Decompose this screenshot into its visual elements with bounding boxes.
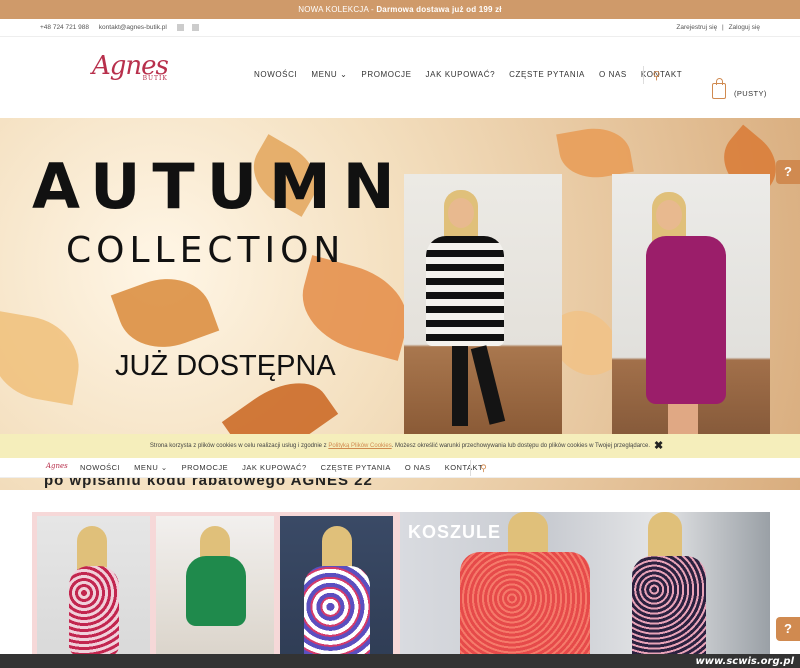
- sticky-nav-o-nas[interactable]: O NAS: [405, 463, 431, 472]
- brand-logo[interactable]: Agnes BUTIK: [92, 51, 169, 82]
- account-separator: |: [722, 24, 724, 31]
- boot: [452, 346, 468, 426]
- instagram-icon[interactable]: [191, 23, 199, 31]
- free-shipping-text: Darmowa dostawa już od 199 zł: [376, 5, 502, 14]
- facebook-icon[interactable]: [176, 23, 184, 31]
- category-grid: KOSZULE: [32, 512, 770, 668]
- info-bar: +48 724 721 988 kontakt@agnes-butik.pl Z…: [0, 19, 800, 36]
- help-button[interactable]: ?: [776, 160, 800, 184]
- cookie-text-after: . Możesz określić warunki przechowywania…: [391, 443, 651, 449]
- shirts-category-tile[interactable]: KOSZULE: [400, 512, 770, 668]
- main-nav: NOWOŚCI MENU ⌄ PROMOCJE JAK KUPOWAĆ? CZĘ…: [254, 70, 682, 79]
- print-dress: [304, 566, 370, 668]
- floral-dress: [69, 566, 119, 656]
- red-shirt: [460, 552, 590, 668]
- register-link[interactable]: Zarejestruj się: [676, 24, 717, 31]
- maple-leaf-decoration: [110, 264, 220, 362]
- sticky-nav-jak-kupowac[interactable]: JAK KUPOWAĆ?: [242, 463, 306, 472]
- striped-sweater: [426, 236, 504, 346]
- cookie-policy-link[interactable]: Polityką Plików Cookies: [328, 443, 391, 449]
- product-photo-green-dress[interactable]: [156, 516, 274, 668]
- sticky-search-icon[interactable]: ⚲: [470, 460, 496, 476]
- nav-item-jak-kupowac[interactable]: JAK KUPOWAĆ?: [426, 70, 496, 79]
- model-photo-plum-dress: [612, 174, 770, 436]
- product-photo-floral-dress[interactable]: [37, 516, 150, 668]
- model-head: [656, 200, 682, 230]
- green-dress: [186, 556, 246, 626]
- sticky-nav-promocje[interactable]: PROMOCJE: [182, 463, 229, 472]
- model-hair: [648, 512, 682, 562]
- sticky-nav-nowosci[interactable]: NOWOŚCI: [80, 463, 120, 472]
- announcement-bar: NOWA KOLEKCJA - Darmowa dostawa już od 1…: [0, 0, 800, 19]
- announcement-prefix: NOWA KOLEKCJA -: [298, 5, 377, 14]
- maple-leaf-decoration: [0, 310, 87, 406]
- sticky-nav-czeste-pytania[interactable]: CZĘSTE PYTANIA: [321, 463, 391, 472]
- sticky-logo[interactable]: Agnes: [46, 462, 68, 470]
- login-link[interactable]: Zaloguj się: [729, 24, 760, 31]
- model-photo-striped-sweater: [404, 174, 562, 436]
- footer-strip: www.scwis.org.pl: [0, 654, 800, 668]
- sticky-nav: NOWOŚCI MENU ⌄ PROMOCJE JAK KUPOWAĆ? CZĘ…: [80, 463, 483, 472]
- watermark-text: www.scwis.org.pl: [695, 656, 794, 667]
- promo-code-text: po wpisaniu kodu rabatowego AGNES 22: [44, 478, 373, 488]
- site-header: Agnes BUTIK NOWOŚCI MENU ⌄ PROMOCJE JAK …: [0, 36, 800, 118]
- cookie-text: Strona korzysta z plików cookies w celu …: [149, 443, 329, 449]
- nav-item-nowosci[interactable]: NOWOŚCI: [254, 70, 297, 79]
- search-icon[interactable]: ⚲: [643, 66, 669, 84]
- hero-availability: JUŻ DOSTĘPNA: [115, 350, 336, 382]
- product-photo-print-dress[interactable]: [280, 516, 393, 668]
- floral-top: [632, 556, 706, 668]
- nav-item-menu[interactable]: MENU ⌄: [311, 70, 347, 79]
- dresses-category-tile[interactable]: [32, 512, 400, 668]
- cookie-notice: Strona korzysta z plików cookies w celu …: [0, 434, 800, 458]
- sticky-nav-menu[interactable]: MENU ⌄: [134, 463, 167, 472]
- model-legs: [668, 404, 698, 436]
- phone-number[interactable]: +48 724 721 988: [40, 24, 89, 31]
- category-title: KOSZULE: [408, 522, 502, 542]
- plum-dress: [646, 236, 726, 404]
- sticky-nav-bar: Agnes NOWOŚCI MENU ⌄ PROMOCJE JAK KUPOWA…: [0, 458, 800, 478]
- hero-subtitle: COLLECTION: [66, 230, 346, 271]
- nav-item-o-nas[interactable]: O NAS: [599, 70, 627, 79]
- cart-icon[interactable]: [712, 78, 726, 99]
- model-head: [448, 198, 474, 228]
- help-button-bottom[interactable]: ?: [776, 617, 800, 641]
- nav-item-czeste-pytania[interactable]: CZĘSTE PYTANIA: [509, 70, 585, 79]
- cart-status[interactable]: (PUSTY): [734, 89, 767, 98]
- nav-item-promocje[interactable]: PROMOCJE: [361, 70, 411, 79]
- email-address[interactable]: kontakt@agnes-butik.pl: [99, 24, 167, 31]
- boot: [470, 345, 506, 425]
- hero-title: AUTUMN: [32, 150, 407, 223]
- close-icon[interactable]: ✖: [654, 434, 663, 458]
